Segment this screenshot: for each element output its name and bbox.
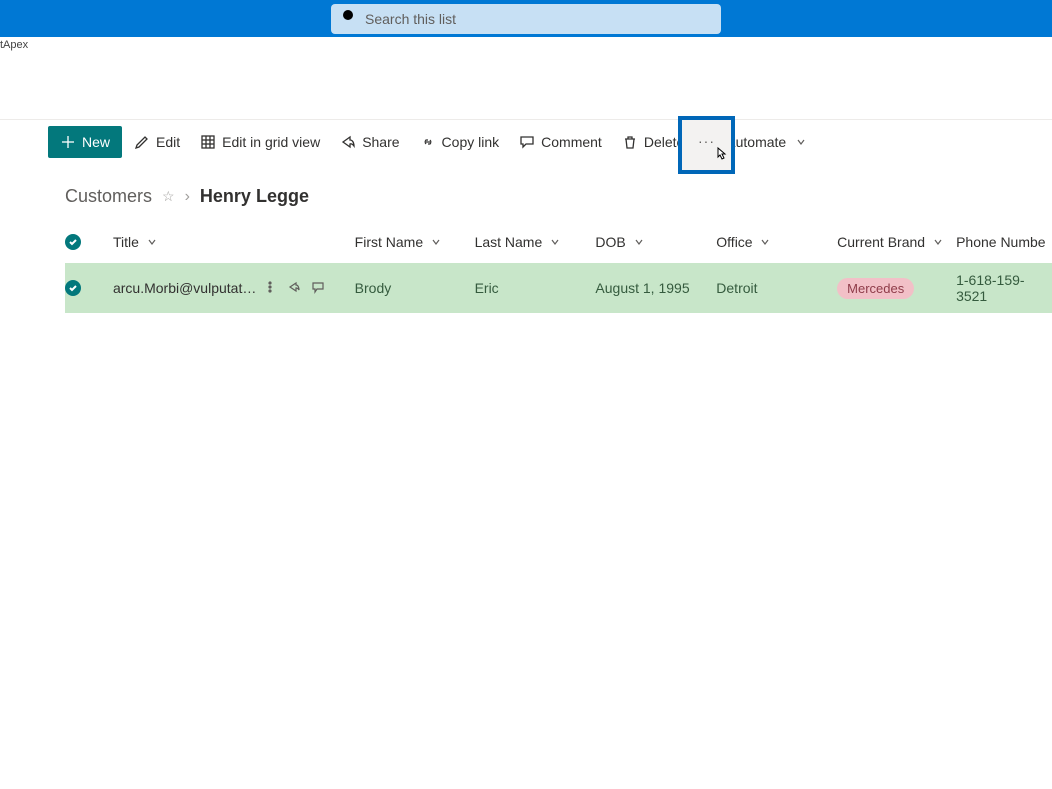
toolbar: New Edit Edit in grid view Share Copy li… [18, 120, 1052, 164]
column-brand[interactable]: Current Brand [837, 234, 956, 250]
cell-first-name: Brody [355, 280, 475, 296]
row-share-icon[interactable] [287, 280, 301, 297]
cell-brand: Mercedes [837, 278, 956, 299]
chevron-down-icon [634, 234, 644, 250]
search-input[interactable] [365, 11, 711, 27]
column-last-name[interactable]: Last Name [475, 234, 596, 250]
row-select[interactable] [65, 280, 113, 296]
more-actions-button[interactable]: ··· [678, 116, 735, 174]
column-first-name[interactable]: First Name [355, 234, 475, 250]
app-header [0, 0, 1052, 37]
edit-grid-label: Edit in grid view [222, 134, 320, 150]
cursor-pointer-icon [712, 146, 730, 164]
comment-icon [519, 134, 535, 150]
column-last-name-label: Last Name [475, 234, 543, 250]
column-office[interactable]: Office [716, 234, 837, 250]
cell-title: arcu.Morbi@vulputatedu... [113, 280, 355, 297]
breadcrumb-current: Henry Legge [200, 186, 309, 207]
cell-dob: August 1, 1995 [595, 280, 716, 296]
new-button-label: New [82, 134, 110, 150]
list: Title First Name Last Name DOB Office Cu… [18, 221, 1052, 313]
breadcrumb-separator-icon: › [185, 188, 190, 206]
copy-link-label: Copy link [442, 134, 500, 150]
favorite-star-icon[interactable]: ☆ [162, 188, 175, 205]
column-dob[interactable]: DOB [595, 234, 716, 250]
edit-label: Edit [156, 134, 180, 150]
share-label: Share [362, 134, 399, 150]
column-phone-label: Phone Numbe [956, 234, 1046, 250]
search-box[interactable] [331, 4, 721, 34]
cell-phone: 1-618-159-3521 [956, 272, 1052, 304]
cell-office: Detroit [716, 280, 837, 296]
column-dob-label: DOB [595, 234, 625, 250]
cell-last-name: Eric [475, 280, 596, 296]
chevron-down-icon [796, 134, 806, 150]
list-header: Title First Name Last Name DOB Office Cu… [65, 221, 1052, 263]
trash-icon [622, 134, 638, 150]
edit-button[interactable]: Edit [126, 126, 188, 158]
link-icon [420, 134, 436, 150]
chevron-down-icon [147, 234, 157, 250]
table-row[interactable]: arcu.Morbi@vulputatedu... Brody Eric Aug… [65, 263, 1052, 313]
check-icon [65, 234, 81, 250]
breadcrumb-root[interactable]: Customers [65, 186, 152, 207]
breadcrumb: Customers ☆ › Henry Legge [18, 164, 1052, 221]
pencil-icon [134, 134, 150, 150]
automate-label: Automate [726, 134, 786, 150]
edit-grid-button[interactable]: Edit in grid view [192, 126, 328, 158]
plus-icon [60, 134, 76, 150]
row-more-icon[interactable] [263, 280, 277, 297]
select-all[interactable] [65, 234, 113, 250]
column-title[interactable]: Title [113, 234, 355, 250]
toolbar-area: New Edit Edit in grid view Share Copy li… [0, 119, 1052, 313]
cell-title-text[interactable]: arcu.Morbi@vulputatedu... [113, 280, 257, 296]
chevron-down-icon [550, 234, 560, 250]
column-first-name-label: First Name [355, 234, 423, 250]
column-phone[interactable]: Phone Numbe [956, 234, 1052, 250]
row-comment-icon[interactable] [311, 280, 325, 297]
column-office-label: Office [716, 234, 752, 250]
comment-button[interactable]: Comment [511, 126, 610, 158]
chevron-down-icon [760, 234, 770, 250]
new-button[interactable]: New [48, 126, 122, 158]
sub-label: tApex [0, 37, 1052, 55]
share-button[interactable]: Share [332, 126, 407, 158]
chevron-down-icon [431, 234, 441, 250]
share-icon [340, 134, 356, 150]
chevron-down-icon [933, 234, 943, 250]
grid-icon [200, 134, 216, 150]
check-icon [65, 280, 81, 296]
brand-pill: Mercedes [837, 278, 914, 299]
comment-label: Comment [541, 134, 602, 150]
column-brand-label: Current Brand [837, 234, 925, 250]
copy-link-button[interactable]: Copy link [412, 126, 508, 158]
search-icon [341, 8, 357, 29]
column-title-label: Title [113, 234, 139, 250]
